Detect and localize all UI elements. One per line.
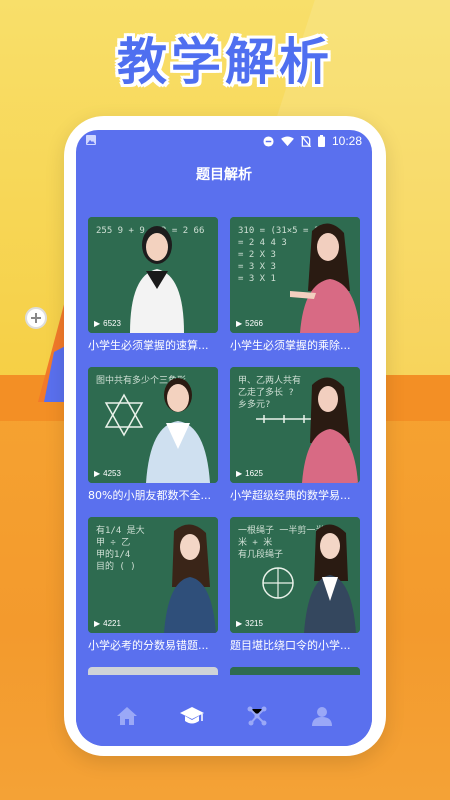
wifi-icon [281, 135, 294, 146]
video-card[interactable] [230, 667, 360, 675]
video-card[interactable]: 甲、乙两人共有 乙走了多长 ? 乡多元? ▶ 1625 小学超级经典的数学易..… [230, 367, 360, 503]
video-title[interactable]: 小学生必须掌握的速算... [88, 339, 218, 353]
board-text: 有1/4 是大 [96, 526, 145, 536]
view-count: ▶ 3215 [236, 619, 263, 628]
play-icon: ▶ [94, 469, 101, 478]
video-card[interactable]: 一根绳子 一半剪一半 米 + 米 有几段绳子 ▶ 3215 题目堪比绕口令的小学… [230, 517, 360, 653]
promo-headline: 教学解析 [117, 33, 333, 91]
bottom-tab-bar [76, 686, 372, 746]
board-text: 甲的1/4 [96, 550, 131, 560]
play-icon: ▶ [236, 319, 243, 328]
tab-home[interactable] [112, 701, 142, 731]
video-thumbnail[interactable]: 310 = (31×5 = 1) = 2 4 4 3 = 2 X 3 = 3 X… [230, 217, 360, 333]
view-count: ▶ 1625 [236, 469, 263, 478]
tab-tools[interactable] [242, 701, 272, 731]
dnd-icon [263, 135, 274, 147]
video-card[interactable]: 有1/4 是大 甲 ÷ 乙 甲的1/4 目的 ( ) ▶ 4221 小学必考的分… [88, 517, 218, 653]
teacher-figure [130, 226, 184, 333]
play-icon: ▶ [94, 319, 101, 328]
circle-drawing [262, 567, 294, 599]
video-card[interactable]: 255 9 + 9 · 2 = 2 66 ▶ 6523 小学生必须掌握的速算..… [88, 217, 218, 353]
play-icon: ▶ [94, 619, 101, 628]
board-text: 甲、乙两人共有 [238, 376, 302, 386]
teacher-figure [290, 223, 360, 333]
video-card[interactable]: 310 = (31×5 = 1) = 2 4 4 3 = 2 X 3 = 3 X… [230, 217, 360, 353]
chalkboard [230, 667, 360, 675]
video-title[interactable]: 80%的小朋友都数不全... [88, 489, 218, 503]
view-count: ▶ 4221 [94, 619, 121, 628]
video-title[interactable]: 题目堪比绕口令的小学... [230, 639, 360, 653]
teacher-figure [164, 524, 216, 633]
view-count: ▶ 6523 [94, 319, 121, 328]
view-count: ▶ 4253 [94, 469, 121, 478]
battery-icon [317, 135, 325, 147]
video-thumbnail[interactable] [88, 667, 218, 675]
video-card[interactable] [88, 667, 218, 675]
video-thumbnail[interactable]: 甲、乙两人共有 乙走了多长 ? 乡多元? ▶ 1625 [230, 367, 360, 483]
no-sim-icon [300, 135, 311, 147]
board-text: 甲 ÷ 乙 [96, 538, 131, 548]
video-thumbnail[interactable] [230, 667, 360, 675]
video-thumbnail[interactable]: 一根绳子 一半剪一半 米 + 米 有几段绳子 ▶ 3215 [230, 517, 360, 633]
video-grid: 255 9 + 9 · 2 = 2 66 ▶ 6523 小学生必须掌握的速算..… [88, 217, 360, 675]
teacher-figure [304, 524, 356, 633]
video-title[interactable]: 小学生必须掌握的乘除... [230, 339, 360, 353]
teacher-figure [146, 378, 210, 483]
video-title[interactable]: 小学必考的分数易错题... [88, 639, 218, 653]
status-bar: 10:28 [76, 130, 372, 154]
play-icon: ▶ [236, 619, 243, 628]
board-text: 乙走了多长 ? [238, 388, 294, 398]
tab-profile[interactable] [307, 701, 337, 731]
view-count: ▶ 5266 [236, 319, 263, 328]
app-screen: 10:28 题目解析 255 9 + 9 · 2 = 2 66 ▶ 6523 [76, 130, 372, 746]
page-title: 题目解析 [196, 167, 252, 183]
video-thumbnail[interactable]: 有1/4 是大 甲 ÷ 乙 甲的1/4 目的 ( ) ▶ 4221 [88, 517, 218, 633]
video-thumbnail[interactable]: 255 9 + 9 · 2 = 2 66 ▶ 6523 [88, 217, 218, 333]
board-text: 乡多元? [238, 400, 271, 410]
teacher-figure [302, 377, 358, 483]
graduation-cap-icon [179, 707, 204, 724]
play-icon: ▶ [236, 469, 243, 478]
video-thumbnail[interactable]: 图中共有多少个三角形 ▶ 4253 [88, 367, 218, 483]
video-title[interactable]: 小学超级经典的数学易... [230, 489, 360, 503]
image-notification-icon [86, 135, 96, 145]
video-card[interactable]: 图中共有多少个三角形 ▶ 4253 80%的小朋友都数不全... [88, 367, 218, 503]
tab-course[interactable] [177, 701, 207, 731]
status-time: 10:28 [331, 134, 362, 148]
user-icon [311, 707, 332, 726]
network-icon [247, 706, 266, 726]
board-text: 目的 ( ) [96, 562, 136, 572]
home-icon [116, 707, 137, 725]
